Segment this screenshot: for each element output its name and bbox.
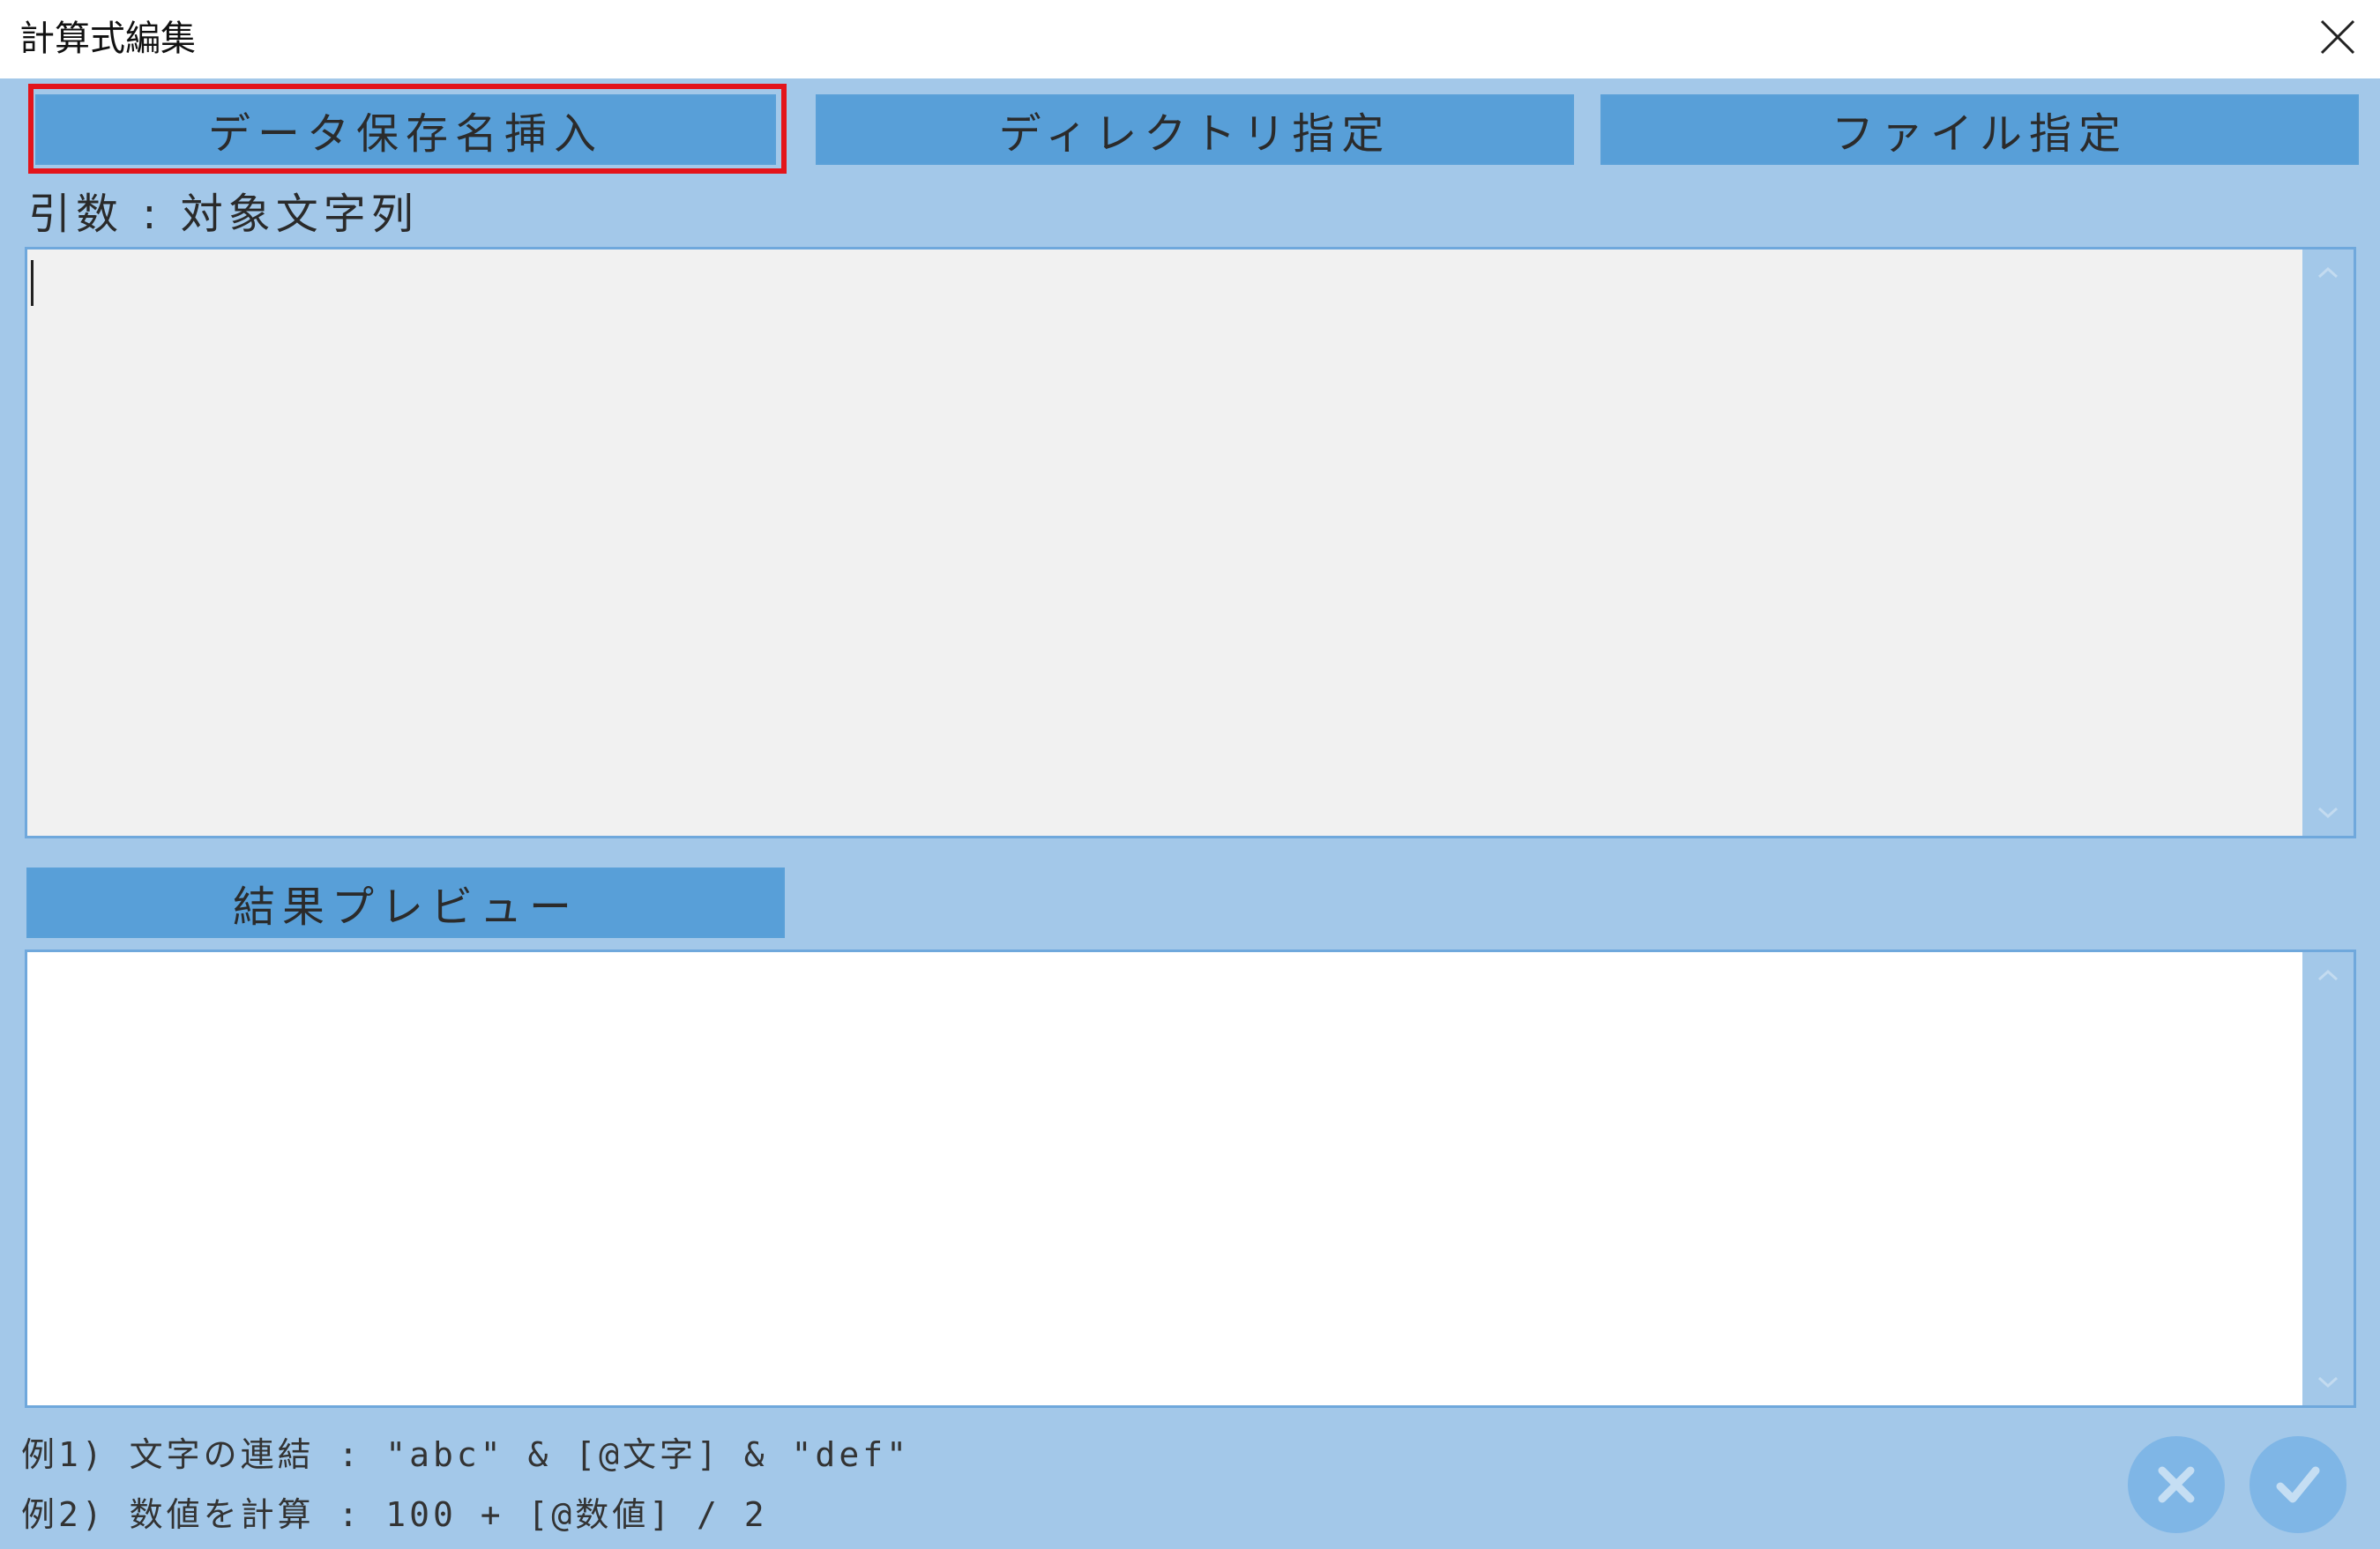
preview-output [25, 950, 2356, 1408]
example-line-1: 例1) 文字の連結 : "abc" & [@文字] & "def" [21, 1435, 910, 1474]
scroll-down-button[interactable] [2302, 795, 2354, 830]
chevron-up-icon [2317, 969, 2339, 981]
directory-button[interactable]: ディレクトリ指定 [816, 94, 1574, 165]
formula-input-area[interactable] [27, 249, 2302, 836]
confirm-button[interactable] [2249, 1436, 2346, 1533]
scroll-up-button[interactable] [2302, 255, 2354, 290]
chevron-down-icon [2317, 807, 2339, 819]
close-button[interactable] [2308, 7, 2368, 67]
chevron-up-icon [2317, 266, 2339, 279]
file-button[interactable]: ファイル指定 [1600, 94, 2359, 165]
cancel-icon [2158, 1466, 2195, 1503]
preview-button[interactable]: 結果プレビュー [26, 868, 785, 938]
example-line-2: 例2) 数値を計算 : 100 + [@数値] / 2 [21, 1495, 768, 1534]
preview-scroll-up-button[interactable] [2302, 957, 2354, 993]
insert-data-name-button[interactable]: データ保存名挿入 [35, 94, 776, 165]
chevron-down-icon [2317, 1376, 2339, 1389]
text-cursor [31, 260, 34, 306]
cancel-button[interactable] [2128, 1436, 2225, 1533]
argument-label: 引数 : 対象文字列 [28, 190, 419, 239]
close-icon [2320, 19, 2355, 55]
check-icon [2276, 1466, 2320, 1503]
preview-scrollbar[interactable] [2302, 952, 2354, 1405]
window-title: 計算式編集 [19, 19, 196, 59]
preview-output-area [27, 952, 2302, 1405]
formula-input[interactable] [25, 247, 2356, 838]
title-bar: 計算式編集 [0, 0, 2380, 78]
preview-scroll-down-button[interactable] [2302, 1365, 2354, 1400]
dialog-body: データ保存名挿入 ディレクトリ指定 ファイル指定 引数 : 対象文字列 結果プレ… [0, 78, 2380, 1549]
formula-scrollbar[interactable] [2302, 249, 2354, 836]
